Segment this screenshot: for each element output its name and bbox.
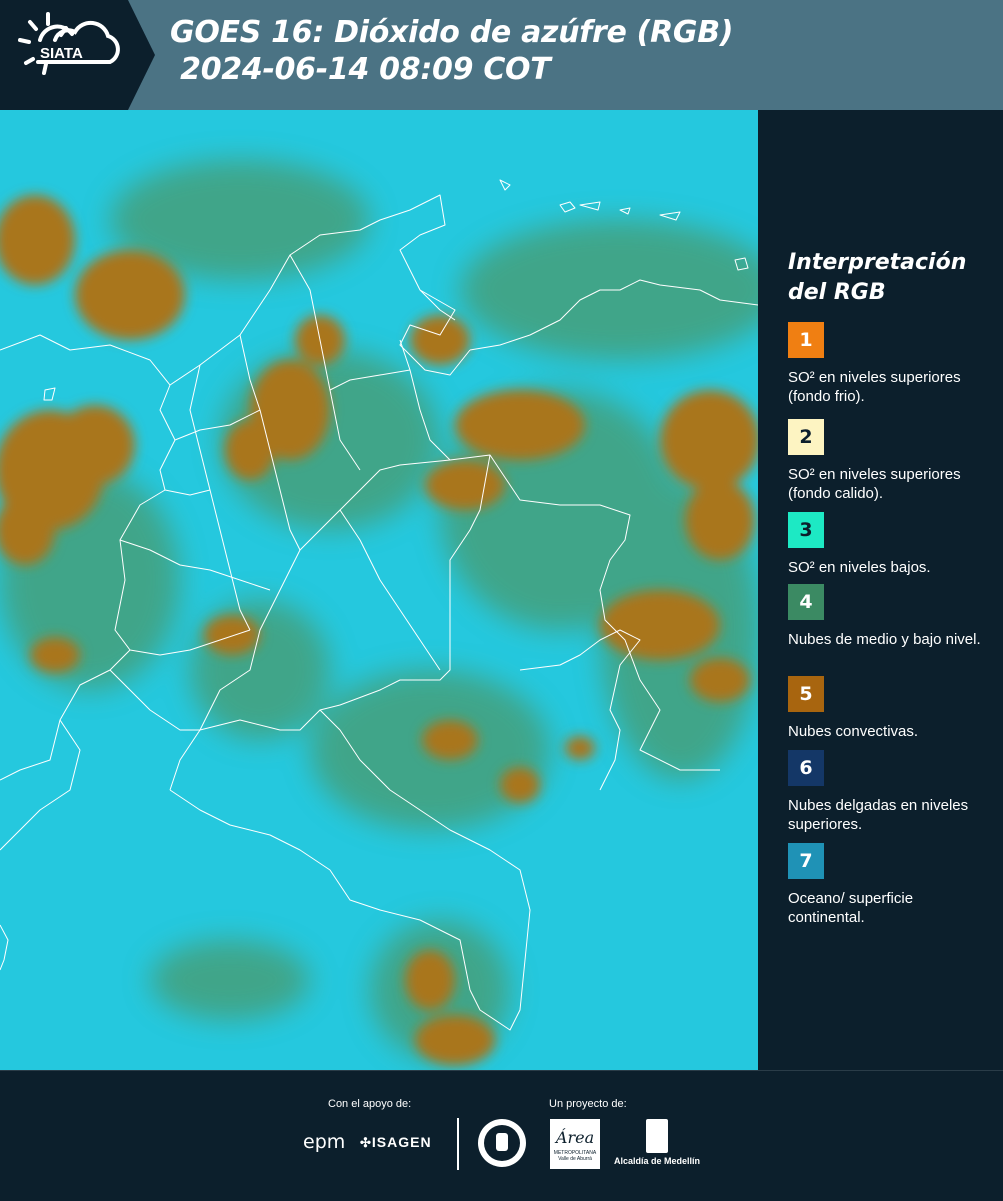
legend-item-5: 5 Nubes convectivas. — [788, 676, 993, 741]
legend-text-3: SO² en niveles bajos. — [788, 559, 931, 576]
legend-swatch-2: 2 — [788, 419, 824, 455]
isagen-text: ISAGEN — [371, 1134, 432, 1150]
legend-title: Interpretación del RGB — [788, 250, 967, 305]
title-line-1: GOES 16: Dióxido de azúfre (RGB) — [170, 15, 734, 50]
area-logo-subtext: METROPOLITANA Valle de Aburrá — [553, 1150, 597, 1162]
project-label: Un proyecto de: — [549, 1098, 627, 1110]
page-title: GOES 16: Dióxido de azúfre (RGB) 2024-06… — [170, 14, 734, 88]
legend-text-6: Nubes delgadas en niveles superiores. — [788, 797, 969, 833]
legend-swatch-6: 6 — [788, 750, 824, 786]
seal-emblem-icon — [496, 1133, 508, 1151]
legend-item-6: 6 Nubes delgadas en niveles superiores. — [788, 750, 993, 834]
alcaldia-logo-text: Alcaldía de Medellín — [613, 1156, 701, 1166]
legend-text-7: Oceano/ superficie continental. — [788, 890, 914, 926]
legend-swatch-5: 5 — [788, 676, 824, 712]
legend-text-5: Nubes convectivas. — [788, 723, 919, 740]
header-bar: SIATA GOES 16: Dióxido de azúfre (RGB) 2… — [0, 0, 1003, 110]
footer: Con el apoyo de: Un proyecto de: epm ✣IS… — [0, 1070, 1003, 1201]
support-label: Con el apoyo de: — [328, 1098, 412, 1110]
legend-number-1: 1 — [799, 329, 813, 351]
isagen-icon: ✣ — [360, 1135, 372, 1150]
legend-panel: Interpretación del RGB 1 SO² en niveles … — [758, 110, 1003, 1070]
legend-text-1: SO² en niveles superiores (fondo frio). — [788, 369, 961, 405]
legend-item-4: 4 Nubes de medio y bajo nivel. — [788, 584, 993, 649]
legend-number-5: 5 — [799, 683, 813, 705]
legend-text-4: Nubes de medio y bajo nivel. — [788, 631, 981, 648]
alcaldia-logo: Alcaldía de Medellín — [612, 1119, 702, 1166]
legend-number-4: 4 — [799, 591, 813, 613]
legend-number-7: 7 — [799, 850, 813, 872]
legend-item-1: 1 SO² en niveles superiores (fondo frio)… — [788, 322, 993, 406]
legend-item-7: 7 Oceano/ superficie continental. — [788, 843, 993, 927]
medellin-seal-logo — [478, 1119, 526, 1167]
alcaldia-crest-icon — [646, 1119, 668, 1153]
legend-swatch-4: 4 — [788, 584, 824, 620]
isagen-logo: ✣ISAGEN — [360, 1134, 432, 1151]
legend-number-2: 2 — [799, 426, 813, 448]
footer-divider — [457, 1118, 459, 1170]
legend-item-2: 2 SO² en niveles superiores (fondo calid… — [788, 419, 993, 503]
legend-text-2: SO² en niveles superiores (fondo calido)… — [788, 466, 961, 502]
area-logo-text: Área — [555, 1128, 595, 1147]
siata-logo: SIATA — [0, 0, 155, 110]
legend-swatch-3: 3 — [788, 512, 824, 548]
area-metropolitana-logo: Área METROPOLITANA Valle de Aburrá — [550, 1119, 600, 1169]
legend-swatch-1: 1 — [788, 322, 824, 358]
legend-number-3: 3 — [799, 519, 813, 541]
epm-logo: epm — [303, 1131, 346, 1153]
legend-swatch-7: 7 — [788, 843, 824, 879]
legend-item-3: 3 SO² en niveles bajos. — [788, 512, 993, 577]
legend-number-6: 6 — [799, 757, 813, 779]
satellite-map — [0, 110, 758, 1070]
logo-text: SIATA — [40, 45, 83, 62]
title-line-2: 2024-06-14 08:09 COT — [170, 52, 551, 87]
